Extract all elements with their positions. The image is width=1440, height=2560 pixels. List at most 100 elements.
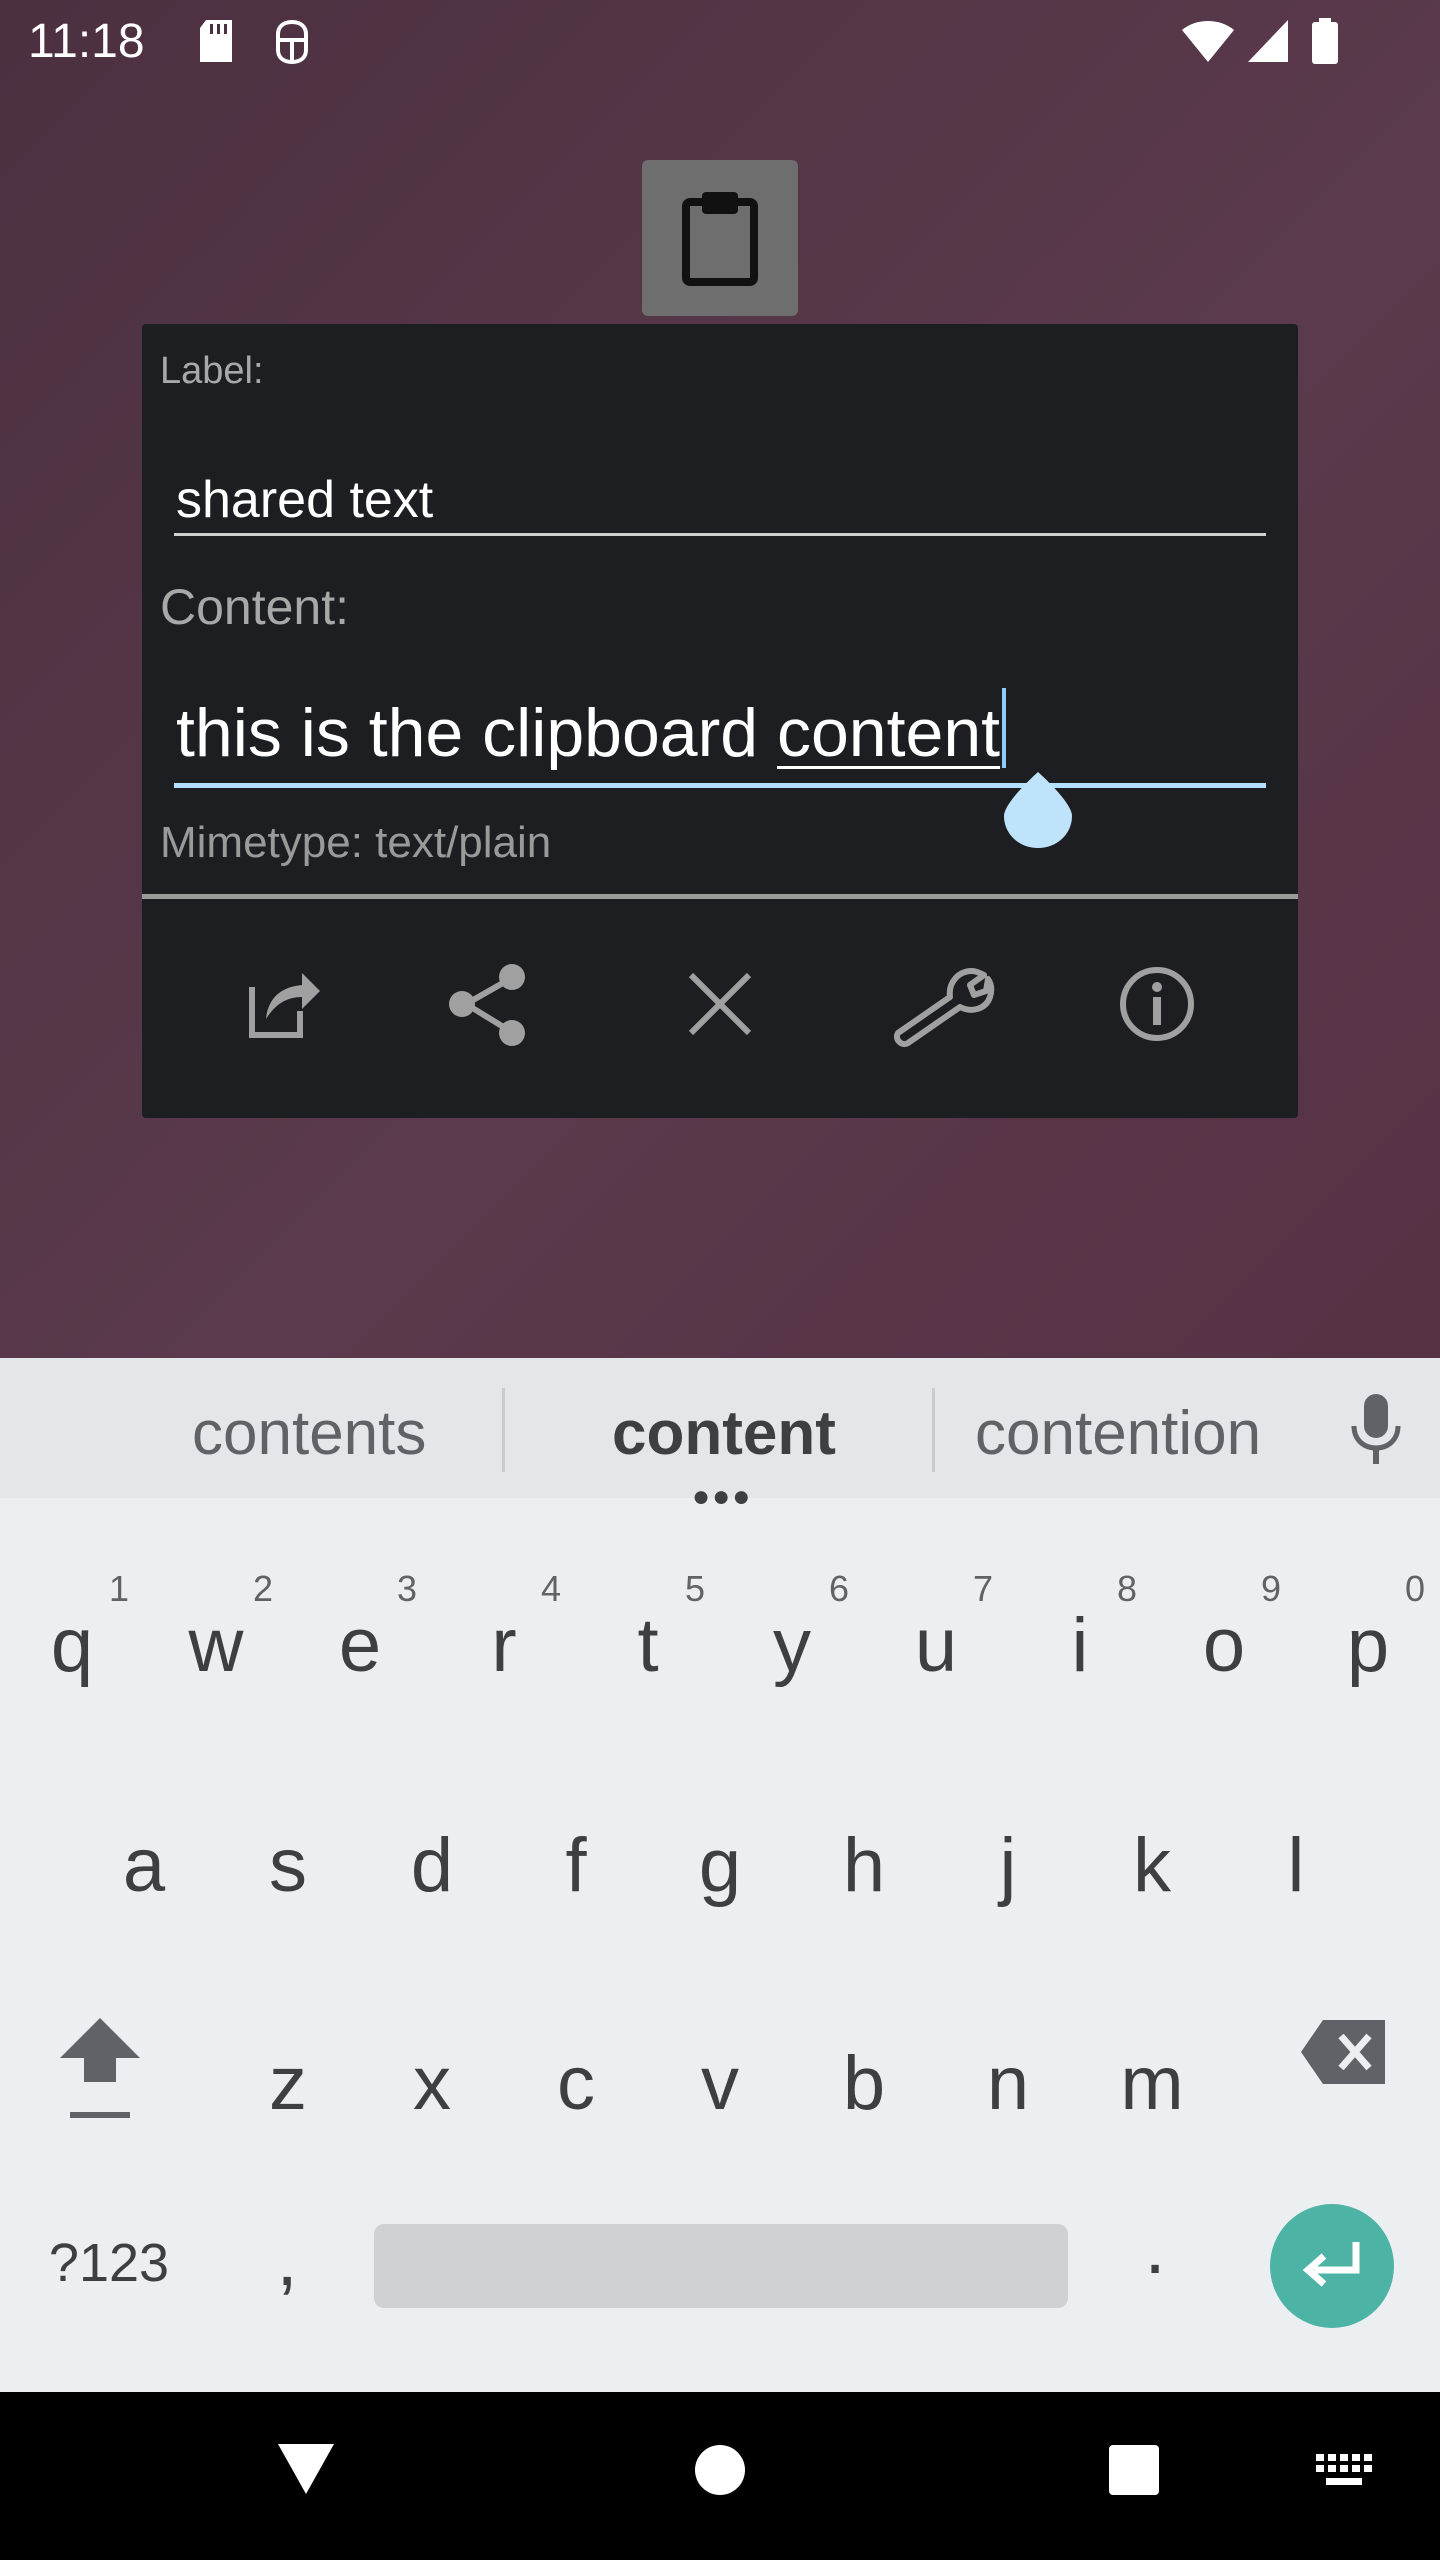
backspace-key[interactable] [1290,2008,1400,2097]
suggestion-separator [502,1388,505,1472]
key-number-hint: 7 [972,1568,993,1609]
space-bar[interactable] [374,2224,1068,2308]
comma-key-label: , [276,2217,298,2302]
key-l[interactable]: l [1251,1828,1341,1904]
key-h[interactable]: h [819,1828,909,1904]
key-k[interactable]: k [1107,1828,1197,1904]
key-s[interactable]: s [243,1828,333,1904]
sd-card-icon [196,18,236,69]
content-input[interactable]: this is the clipboard content [174,664,1266,788]
back-icon [278,2444,334,2494]
keyboard-switch-button[interactable] [1314,2452,1374,2497]
home-button[interactable] [694,2444,746,2501]
key-v[interactable]: v [675,2046,765,2122]
recents-icon [1109,2445,1159,2495]
key-label: m [1120,2041,1184,2126]
shift-key[interactable] [44,2008,156,2133]
key-label: u [914,1603,958,1688]
content-input-underline [174,783,1266,788]
key-label: p [1346,1603,1390,1688]
key-m[interactable]: m [1107,2046,1197,2122]
key-b[interactable]: b [819,2046,909,2122]
suggestion-right[interactable]: contention [975,1398,1261,1469]
voice-input-button[interactable] [1346,1392,1406,1473]
key-number-hint: 0 [1404,1568,1425,1609]
dialog-action-bar [142,899,1298,1118]
wrench-icon [894,968,995,1047]
debug-icon [272,18,312,71]
key-number-hint: 4 [540,1568,561,1609]
info-button[interactable] [1102,949,1212,1059]
key-label: g [698,1823,742,1908]
key-r[interactable]: 4r [459,1568,561,1684]
content-composing-word: content [776,695,1001,771]
share-icon [449,964,525,1046]
key-d[interactable]: d [387,1828,477,1904]
shift-arrow-icon [60,2018,140,2118]
key-label: e [338,1603,382,1688]
label-title: Label: [160,350,264,392]
suggestion-left[interactable]: contents [192,1398,426,1469]
key-label: b [842,2041,886,2126]
period-key[interactable]: . [1130,2210,1180,2286]
key-label: f [565,1823,587,1908]
suggestion-strip: contents content contention ●●● [0,1358,1440,1513]
enter-key[interactable] [1270,2204,1394,2328]
symbols-key-label: ?123 [48,2233,170,2293]
key-j[interactable]: j [963,1828,1053,1904]
period-key-label: . [1144,2205,1166,2290]
clipboard-app-button[interactable] [642,160,798,316]
battery-icon [1310,18,1340,69]
key-f[interactable]: f [531,1828,621,1904]
key-g[interactable]: g [675,1828,765,1904]
key-p[interactable]: 0p [1323,1568,1425,1688]
key-label: v [701,2041,739,2126]
key-y[interactable]: 6y [747,1568,849,1688]
key-label: x [413,2041,451,2126]
key-label: k [1133,1823,1171,1908]
content-input-value: this is the clipboard content [176,688,1007,772]
key-label: i [1071,1603,1089,1688]
key-label: a [122,1823,166,1908]
key-label: y [773,1603,811,1688]
wifi-icon [1180,18,1236,69]
key-z[interactable]: z [243,2046,333,2122]
edit-share-button[interactable] [222,949,332,1059]
settings-button[interactable] [888,949,998,1059]
enter-arrow-icon [1302,2242,1360,2287]
key-q[interactable]: 1q [27,1568,129,1688]
key-label: c [557,2041,595,2126]
status-bar: 11:18 [0,0,1440,84]
key-label: w [188,1603,244,1688]
key-label: q [50,1603,94,1688]
comma-key[interactable]: , [262,2222,312,2298]
key-a[interactable]: a [99,1828,189,1904]
key-label: l [1287,1823,1305,1908]
key-t[interactable]: 5t [603,1568,705,1684]
back-button[interactable] [276,2440,336,2501]
key-e[interactable]: 3e [315,1568,417,1688]
key-c[interactable]: c [531,2046,621,2122]
symbols-key[interactable]: ?123 [44,2236,174,2290]
key-label: z [269,2041,307,2126]
key-o[interactable]: 9o [1179,1568,1281,1684]
text-cursor [1002,688,1007,768]
label-input[interactable]: shared text [174,450,1266,536]
home-icon [695,2445,745,2495]
key-i[interactable]: 8i [1035,1568,1137,1688]
suggestion-center[interactable]: content [612,1398,836,1469]
cursor-drag-handle[interactable] [1002,772,1074,848]
content-text: this is the clipboard [176,695,777,771]
more-suggestions-dots[interactable]: ●●● [692,1480,752,1514]
key-u[interactable]: 7u [891,1568,993,1688]
key-label: n [986,2041,1030,2126]
key-w[interactable]: 2w [171,1568,273,1688]
share-button[interactable] [434,949,544,1059]
delete-button[interactable] [665,949,775,1059]
key-x[interactable]: x [387,2046,477,2122]
key-n[interactable]: n [963,2046,1053,2122]
key-number-hint: 2 [252,1568,273,1609]
key-number-hint: 8 [1116,1568,1137,1609]
suggestion-separator [932,1388,935,1472]
recents-button[interactable] [1108,2444,1160,2501]
